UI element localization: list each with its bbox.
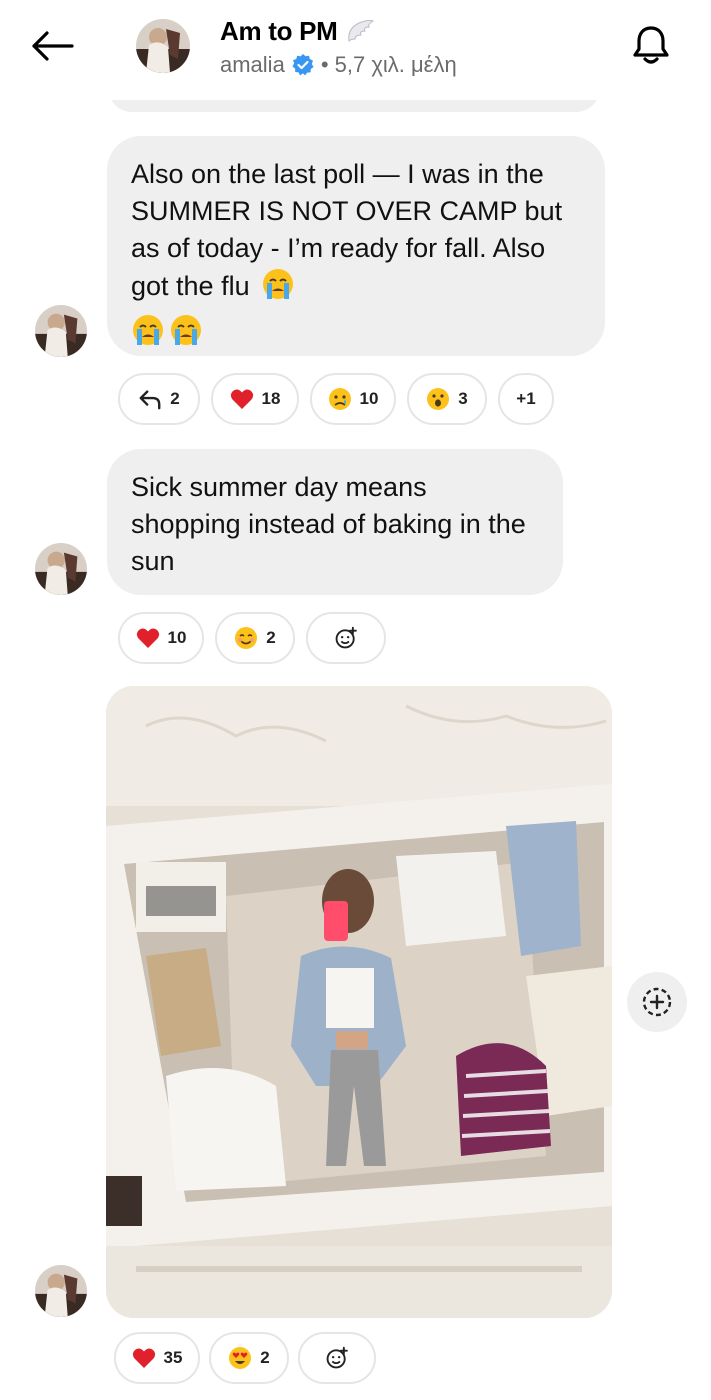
- channel-title-text: Am to PM: [220, 16, 338, 46]
- bell-icon: [633, 26, 669, 64]
- message-text: Also on the last poll — I was in the SUM…: [131, 159, 563, 301]
- reaction-count: 10: [359, 389, 379, 408]
- red-heart-emoji: [132, 1346, 156, 1370]
- add-reaction-button[interactable]: [298, 1332, 376, 1384]
- reaction-count: 2: [266, 628, 276, 647]
- mirror-selfie-photo[interactable]: [106, 686, 612, 1318]
- red-heart-emoji: [136, 626, 160, 650]
- share-button[interactable]: [627, 972, 687, 1032]
- angel-wing-icon: [348, 19, 375, 42]
- smiling-blush-emoji: [234, 626, 258, 650]
- sender-avatar[interactable]: [35, 1265, 87, 1317]
- back-button[interactable]: [26, 22, 78, 70]
- crying-emoji: [261, 267, 295, 311]
- reaction-count: 2: [170, 389, 180, 408]
- message-text: Sick summer day means shopping instead o…: [131, 472, 526, 576]
- chat-header: Am to PM amalia • 5,7 χιλ. μέλη: [0, 0, 711, 100]
- reaction-pill-surprised[interactable]: 3: [407, 373, 487, 425]
- channel-avatar[interactable]: [136, 19, 190, 73]
- reaction-count: 2: [260, 1348, 270, 1367]
- reaction-pill-heart[interactable]: 10: [118, 612, 204, 664]
- message-bubble[interactable]: Sick summer day means shopping instead o…: [107, 449, 563, 595]
- add-reaction-icon: [334, 626, 358, 650]
- surprised-face-emoji: [426, 387, 450, 411]
- sender-avatar[interactable]: [35, 543, 87, 595]
- verified-badge-icon: [292, 54, 314, 76]
- sender-avatar[interactable]: [35, 305, 87, 357]
- message-bubble[interactable]: Also on the last poll — I was in the SUM…: [107, 136, 605, 356]
- red-heart-emoji: [230, 387, 254, 411]
- sad-face-emoji: [328, 387, 352, 411]
- reaction-pill-heart-eyes[interactable]: 2: [209, 1332, 289, 1384]
- back-arrow-icon: [32, 31, 74, 61]
- reply-count-pill[interactable]: 2: [118, 373, 200, 425]
- reaction-pill-heart[interactable]: 18: [211, 373, 299, 425]
- channel-subtitle: amalia • 5,7 χιλ. μέλη: [220, 52, 457, 78]
- more-reactions-pill[interactable]: +1: [498, 373, 554, 425]
- reaction-count: 18: [261, 389, 281, 408]
- reaction-count: 3: [458, 389, 468, 408]
- add-circle-icon: [642, 987, 672, 1017]
- add-reaction-button[interactable]: [306, 612, 386, 664]
- channel-title: Am to PM: [220, 16, 375, 47]
- add-reaction-icon: [325, 1346, 349, 1370]
- reaction-pill-sad[interactable]: 10: [310, 373, 396, 425]
- reaction-pill-heart[interactable]: 35: [114, 1332, 200, 1384]
- notifications-button[interactable]: [626, 20, 676, 72]
- heart-eyes-emoji: [228, 1346, 252, 1370]
- reaction-count: 35: [163, 1348, 183, 1367]
- crying-emojis-row: [131, 313, 203, 347]
- reaction-count: +1: [516, 389, 536, 408]
- creator-username: amalia: [220, 52, 285, 77]
- member-count: • 5,7 χιλ. μέλη: [320, 52, 457, 77]
- reaction-pill-blush[interactable]: 2: [215, 612, 295, 664]
- reply-arrow-icon: [138, 387, 162, 411]
- reaction-count: 10: [167, 628, 187, 647]
